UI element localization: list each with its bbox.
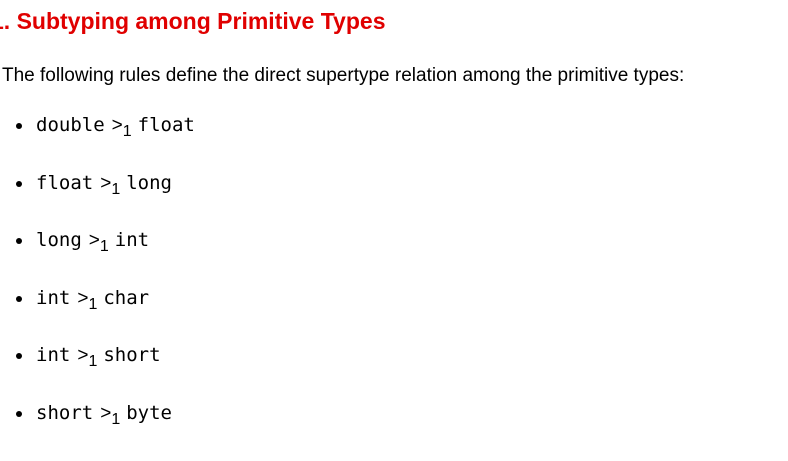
relation-symbol: >1 [77, 345, 98, 371]
subtype-name: float [137, 114, 195, 136]
bullet-icon [16, 238, 22, 245]
rule-item-int-short: int >1 short [0, 340, 195, 398]
rule-item-long-int: long >1 int [0, 225, 195, 283]
supertype-rules-list: double >1 float float >1 long long >1 int int >… [0, 110, 195, 456]
intro-paragraph: The following rules define the direct su… [2, 65, 685, 86]
supertype-name: float [36, 171, 94, 194]
subtype-name: char [103, 286, 150, 309]
supertype-name: short [36, 401, 94, 424]
bullet-icon [16, 123, 22, 129]
subtype-name: byte [126, 401, 172, 424]
bullet-icon [16, 180, 22, 187]
relation-symbol: >1 [77, 287, 98, 313]
subtype-name: long [126, 171, 172, 194]
rule-item-int-char: int >1 char [0, 283, 195, 341]
supertype-name: int [36, 286, 71, 309]
supertype-name: int [36, 344, 71, 367]
relation-symbol: >1 [100, 172, 121, 198]
supertype-name: long [36, 229, 82, 252]
relation-symbol: >1 [88, 230, 109, 256]
bullet-icon [16, 295, 22, 302]
subtype-name: int [114, 229, 150, 252]
bullet-icon [16, 410, 22, 417]
rule-item-float-long: float >1 long [0, 168, 195, 226]
subtype-name: short [103, 344, 161, 367]
relation-symbol: >1 [100, 402, 121, 428]
rule-item-double-float: double >1 float [0, 110, 195, 168]
bullet-icon [16, 353, 22, 360]
section-heading: 1. Subtyping among Primitive Types [0, 8, 386, 34]
relation-symbol: >1 [111, 115, 132, 140]
supertype-name: double [36, 114, 105, 136]
rule-item-short-byte: short >1 byte [0, 398, 195, 456]
